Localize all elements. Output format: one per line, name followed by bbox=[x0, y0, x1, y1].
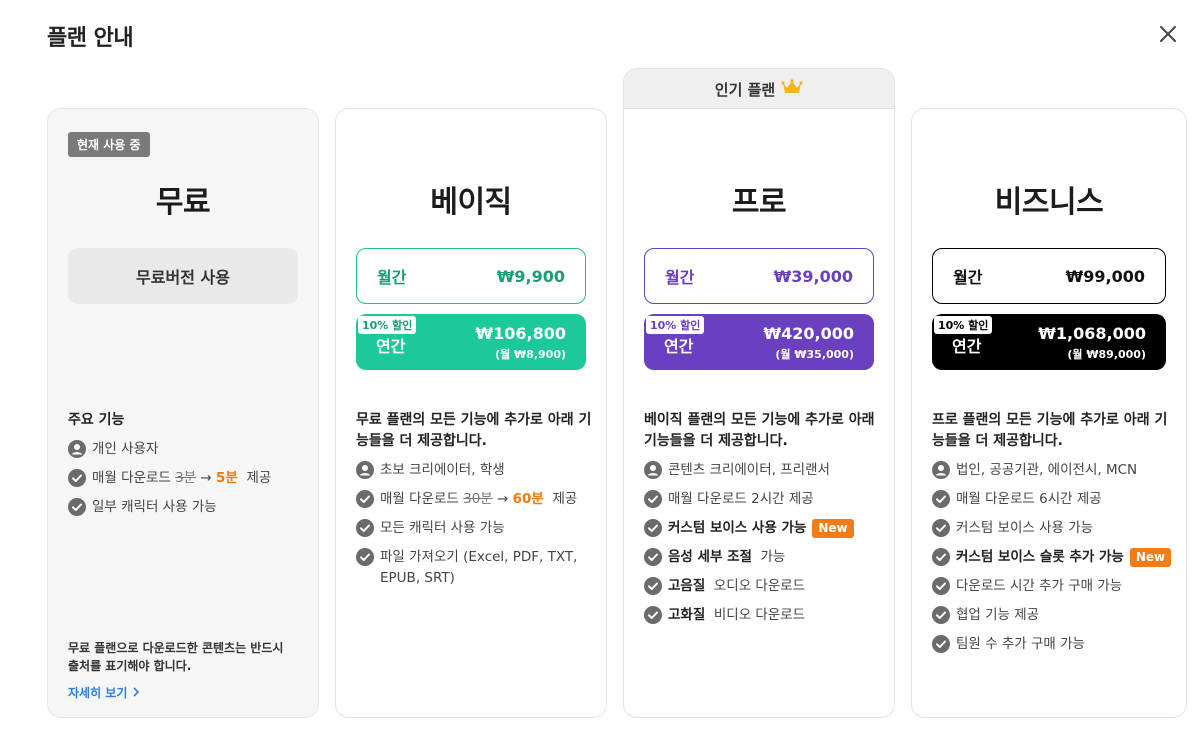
check-icon bbox=[644, 519, 662, 537]
check-icon bbox=[644, 490, 662, 508]
feature-item: 매월 다운로드 3분 → 5분 제공 bbox=[68, 468, 304, 489]
feature-list: 프로 플랜의 모든 기능에 추가로 아래 기능들을 더 제공합니다. 법인, 공… bbox=[932, 410, 1172, 663]
yearly-option-basic[interactable]: 10% 할인 연간 ₩106,800 (월 ₩8,900) bbox=[356, 314, 586, 370]
user-icon bbox=[356, 461, 374, 479]
close-icon[interactable] bbox=[1156, 22, 1180, 46]
check-icon bbox=[356, 519, 374, 537]
check-icon bbox=[68, 469, 86, 487]
plan-name: 무료 bbox=[155, 185, 211, 220]
check-icon bbox=[932, 577, 950, 595]
feature-item: 커스텀 보이스 사용 가능 bbox=[932, 518, 1172, 539]
current-plan-badge: 현재 사용 중 bbox=[68, 132, 150, 157]
discount-badge: 10% 할인 bbox=[358, 316, 417, 334]
features-title: 프로 플랜의 모든 기능에 추가로 아래 기능들을 더 제공합니다. bbox=[932, 412, 1168, 449]
plan-card-basic: 베이직 월간 ₩9,900 10% 할인 연간 ₩106,800 (월 ₩8,9… bbox=[335, 108, 607, 718]
plan-card-free: 현재 사용 중 무료 무료버전 사용 주요 기능 개인 사용자 매월 다운로드 … bbox=[47, 108, 319, 718]
feature-item: 커스텀 보이스 슬롯 추가 가능 New bbox=[932, 547, 1172, 568]
feature-item: 매월 다운로드 30분 → 60분 제공 bbox=[356, 489, 592, 510]
monthly-option-business[interactable]: 월간 ₩99,000 bbox=[932, 248, 1166, 304]
plan-name: 베이직 bbox=[430, 185, 512, 220]
learn-more-link[interactable]: 자세히 보기 bbox=[68, 684, 140, 701]
feature-item: 커스텀 보이스 사용 가능 New bbox=[644, 518, 880, 539]
feature-item: 고음질 오디오 다운로드 bbox=[644, 576, 880, 597]
features-title: 무료 플랜의 모든 기능에 추가로 아래 기능들을 더 제공합니다. bbox=[356, 412, 592, 449]
user-icon bbox=[932, 461, 950, 479]
check-icon bbox=[932, 635, 950, 653]
feature-item: 다운로드 시간 추가 구매 가능 bbox=[932, 576, 1172, 597]
discount-badge: 10% 할인 bbox=[646, 316, 705, 334]
chevron-right-icon bbox=[132, 686, 140, 700]
check-icon bbox=[932, 548, 950, 566]
feature-item: 개인 사용자 bbox=[68, 439, 304, 460]
feature-item: 협업 기능 제공 bbox=[932, 605, 1172, 626]
feature-item: 초보 크리에이터, 학생 bbox=[356, 460, 592, 481]
feature-list: 베이직 플랜의 모든 기능에 추가로 아래 기능들을 더 제공합니다. 콘텐츠 … bbox=[644, 410, 880, 634]
plan-card-pro: 프로 월간 ₩39,000 10% 할인 연간 ₩420,000 (월 ₩35,… bbox=[623, 108, 895, 718]
feature-item: 콘텐츠 크리에이터, 프리랜서 bbox=[644, 460, 880, 481]
yearly-option-business[interactable]: 10% 할인 연간 ₩1,068,000 (월 ₩89,000) bbox=[932, 314, 1166, 370]
plan-name: 비즈니스 bbox=[994, 185, 1104, 220]
check-icon bbox=[356, 548, 374, 566]
monthly-option-basic[interactable]: 월간 ₩9,900 bbox=[356, 248, 586, 304]
check-icon bbox=[644, 606, 662, 624]
feature-item: 매월 다운로드 6시간 제공 bbox=[932, 489, 1172, 510]
plan-card-business: 비즈니스 월간 ₩99,000 10% 할인 연간 ₩1,068,000 (월 … bbox=[911, 108, 1187, 718]
features-title: 베이직 플랜의 모든 기능에 추가로 아래 기능들을 더 제공합니다. bbox=[644, 412, 875, 449]
feature-item: 고화질 비디오 다운로드 bbox=[644, 605, 880, 626]
yearly-option-pro[interactable]: 10% 할인 연간 ₩420,000 (월 ₩35,000) bbox=[644, 314, 874, 370]
check-icon bbox=[644, 577, 662, 595]
feature-item: 파일 가져오기 (Excel, PDF, TXT, EPUB, SRT) bbox=[356, 547, 592, 589]
new-badge: New bbox=[812, 519, 854, 538]
free-notice: 무료 플랜으로 다운로드한 콘텐츠는 반드시 출처를 표기해야 합니다. bbox=[68, 641, 284, 673]
feature-list: 무료 플랜의 모든 기능에 추가로 아래 기능들을 더 제공합니다. 초보 크리… bbox=[356, 410, 592, 597]
monthly-option-pro[interactable]: 월간 ₩39,000 bbox=[644, 248, 874, 304]
modal-title: 플랜 안내 bbox=[47, 26, 134, 51]
check-icon bbox=[68, 498, 86, 516]
crown-icon bbox=[781, 79, 803, 99]
feature-item: 법인, 공공기관, 에이전시, MCN bbox=[932, 460, 1172, 481]
user-icon bbox=[644, 461, 662, 479]
feature-item: 매월 다운로드 2시간 제공 bbox=[644, 489, 880, 510]
popular-plan-label: 인기 플랜 bbox=[714, 80, 776, 99]
new-badge: New bbox=[1129, 548, 1172, 567]
features-title: 주요 기능 bbox=[68, 412, 125, 428]
check-icon bbox=[932, 519, 950, 537]
feature-item: 음성 세부 조절 가능 bbox=[644, 547, 880, 568]
feature-item: 팀원 수 추가 구매 가능 bbox=[932, 634, 1172, 655]
plan-name: 프로 bbox=[731, 185, 787, 220]
check-icon bbox=[644, 548, 662, 566]
discount-badge: 10% 할인 bbox=[934, 316, 993, 334]
feature-list: 주요 기능 개인 사용자 매월 다운로드 3분 → 5분 제공 일부 캐릭터 사… bbox=[68, 410, 304, 526]
check-icon bbox=[356, 490, 374, 508]
user-icon bbox=[68, 440, 86, 458]
use-free-button[interactable]: 무료버전 사용 bbox=[68, 248, 298, 304]
feature-item: 모든 캐릭터 사용 가능 bbox=[356, 518, 592, 539]
popular-plan-tab: 인기 플랜 bbox=[623, 68, 895, 109]
feature-item: 일부 캐릭터 사용 가능 bbox=[68, 497, 304, 518]
check-icon bbox=[932, 606, 950, 624]
check-icon bbox=[932, 490, 950, 508]
